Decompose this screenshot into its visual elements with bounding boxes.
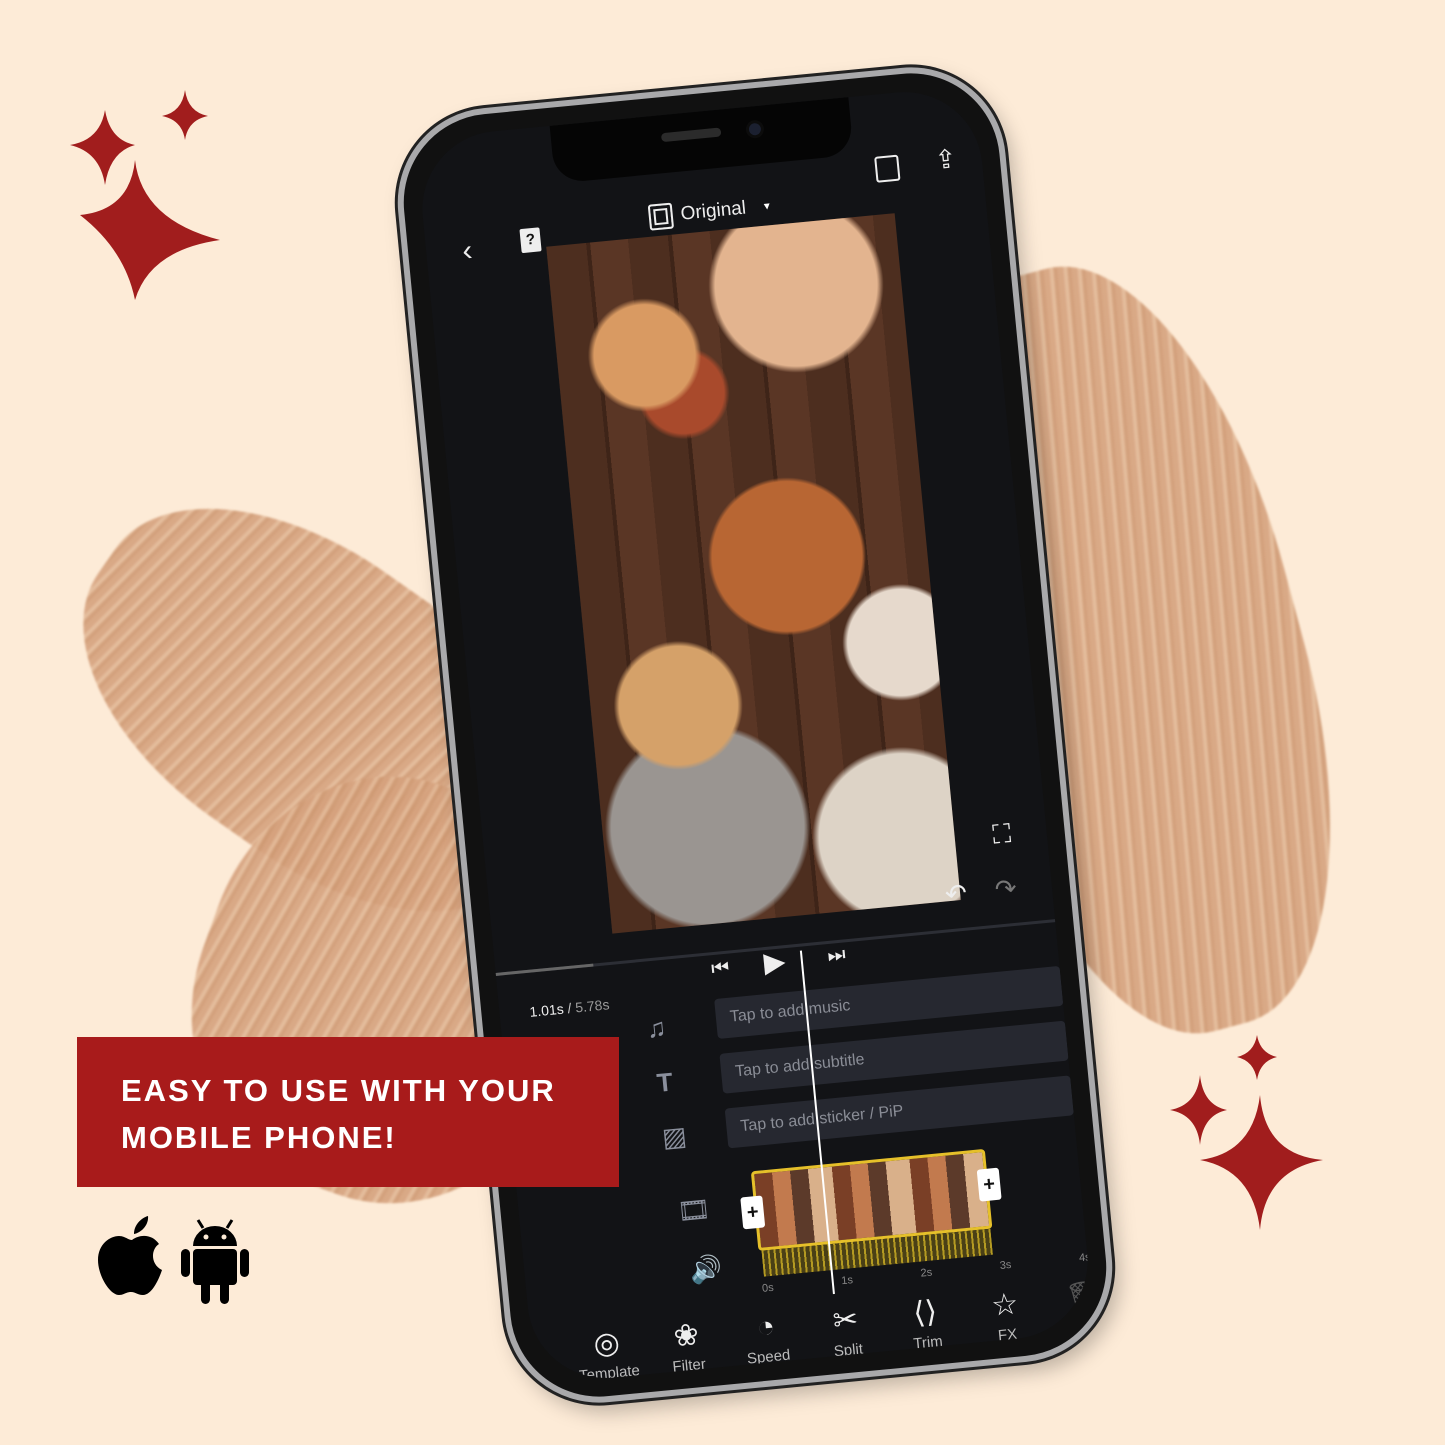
- template-icon: ◎: [592, 1325, 622, 1362]
- time-readout: 1.01s / 5.78s: [528, 996, 611, 1020]
- video-preview[interactable]: [546, 213, 961, 934]
- sparkle-icon: [70, 90, 220, 300]
- skip-back-icon[interactable]: ⏮: [710, 957, 730, 981]
- play-icon[interactable]: ▶: [762, 945, 786, 978]
- scissors-icon: ✂: [831, 1302, 860, 1339]
- banner-line-2: MOBILE PHONE!: [121, 1120, 397, 1155]
- camera: [745, 119, 765, 140]
- video-editor-screen: ‹ ? Original ▼ ⇪ ⛶ ↶ ↷ ⏮ ▶ ⏭ 1.01s / 5.7…: [415, 84, 1095, 1386]
- ruler-tick: 0s: [761, 1281, 775, 1295]
- skip-forward-icon[interactable]: ⏭: [826, 943, 846, 967]
- help-book-icon[interactable]: ?: [519, 227, 542, 254]
- tool-delete[interactable]: 🗑 Delete: [1048, 1277, 1095, 1339]
- back-icon[interactable]: ‹: [461, 234, 474, 268]
- fullscreen-icon[interactable]: ⛶: [991, 818, 1012, 850]
- tool-speed[interactable]: ◔ Speed: [729, 1307, 804, 1368]
- add-after-button[interactable]: +: [976, 1167, 1002, 1202]
- speed-icon: ◔: [755, 1309, 777, 1345]
- phone-frame: ‹ ? Original ▼ ⇪ ⛶ ↶ ↷ ⏮ ▶ ⏭ 1.01s / 5.7…: [389, 58, 1121, 1412]
- ruler-tick: 2s: [919, 1266, 933, 1280]
- notch: [549, 97, 854, 184]
- tool-template[interactable]: ◎ Template: [570, 1323, 645, 1385]
- aspect-label: Original: [679, 197, 747, 225]
- export-icon[interactable]: ⇪: [933, 143, 958, 175]
- add-before-button[interactable]: +: [740, 1195, 766, 1230]
- fx-star-icon: ☆: [989, 1287, 1020, 1323]
- tool-trim[interactable]: ⟨⟩ Trim: [889, 1292, 964, 1354]
- ruler-tick: 3s: [999, 1258, 1012, 1272]
- tool-split[interactable]: ✂ Split: [809, 1300, 884, 1362]
- filter-icon: ❀: [672, 1318, 701, 1354]
- apple-icon: [98, 1216, 162, 1295]
- ruler-tick: 1s: [840, 1274, 854, 1288]
- redo-icon[interactable]: ↷: [993, 873, 1018, 905]
- dropdown-caret-icon: ▼: [761, 200, 773, 213]
- save-icon[interactable]: [874, 154, 901, 183]
- add-clip-icon[interactable]: 🎞: [676, 1194, 712, 1227]
- promo-banner: EASY TO USE WITH YOUR MOBILE PHONE!: [77, 1037, 619, 1187]
- trash-icon: 🗑: [1063, 1279, 1095, 1316]
- speaker: [660, 127, 722, 143]
- progress-fill: [495, 963, 594, 976]
- aspect-ratio-icon: [647, 202, 675, 231]
- add-text-icon[interactable]: T: [655, 1067, 674, 1098]
- sparkle-icon: [1170, 1035, 1323, 1230]
- aspect-dropdown[interactable]: Original ▼: [647, 193, 773, 231]
- android-icon: [181, 1219, 249, 1304]
- trim-icon: ⟨⟩: [911, 1295, 939, 1331]
- volume-icon[interactable]: 🔊: [689, 1253, 724, 1286]
- ruler-tick: 4s: [1078, 1251, 1092, 1265]
- tool-filter[interactable]: ❀ Filter: [650, 1315, 725, 1377]
- undo-icon[interactable]: ↶: [944, 877, 969, 909]
- add-sticker-icon[interactable]: ▨: [661, 1120, 688, 1152]
- add-music-icon[interactable]: ♫: [645, 1012, 667, 1044]
- banner-line-1: EASY TO USE WITH YOUR: [121, 1073, 556, 1108]
- tool-fx[interactable]: ☆ FX: [968, 1284, 1043, 1346]
